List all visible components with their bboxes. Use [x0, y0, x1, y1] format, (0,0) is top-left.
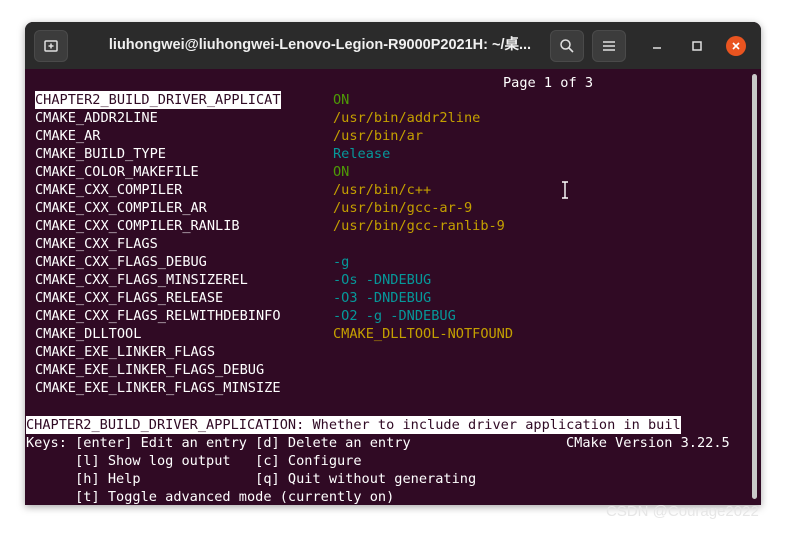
keys-help-line-3: [h] Help [q] Quit without generating	[26, 471, 477, 487]
cache-entry-value[interactable]: -g	[333, 253, 349, 271]
search-button[interactable]	[550, 30, 584, 62]
cache-entry-key[interactable]: CMAKE_CXX_FLAGS_RELWITHDEBINFO	[35, 307, 281, 325]
minimize-icon	[653, 47, 661, 49]
cache-entry-value[interactable]: -Os -DNDEBUG	[333, 271, 431, 289]
cache-entry-value[interactable]: ON	[333, 91, 349, 109]
cache-entry-key[interactable]: CMAKE_COLOR_MAKEFILE	[35, 163, 199, 181]
hamburger-menu-icon	[603, 41, 615, 51]
cache-entry-value[interactable]: CMAKE_DLLTOOL-NOTFOUND	[333, 325, 513, 343]
keys-help-line-1: Keys: [enter] Edit an entry [d] Delete a…	[26, 435, 411, 451]
cache-entry-key[interactable]: CMAKE_CXX_FLAGS_MINSIZEREL	[35, 271, 248, 289]
cache-entry-value[interactable]: Release	[333, 145, 390, 163]
cache-entry-key[interactable]: CHAPTER2_BUILD_DRIVER_APPLICAT	[35, 91, 281, 109]
cache-entry-key[interactable]: CMAKE_DLLTOOL	[35, 325, 141, 343]
search-icon	[560, 39, 574, 53]
cache-entry-key[interactable]: CMAKE_CXX_COMPILER	[35, 181, 182, 199]
cache-entry-key[interactable]: CMAKE_CXX_COMPILER_AR	[35, 199, 207, 217]
cache-entry-key[interactable]: CMAKE_AR	[35, 127, 100, 145]
close-button[interactable]	[726, 36, 746, 56]
new-tab-icon	[44, 40, 58, 52]
cache-entry-value[interactable]: -O3 -DNDEBUG	[333, 289, 431, 307]
keys-help-line-4: [t] Toggle advanced mode (currently on)	[26, 489, 395, 505]
title-bar: liuhongwei@liuhongwei-Lenovo-Legion-R900…	[25, 22, 761, 69]
cache-entry-key[interactable]: CMAKE_BUILD_TYPE	[35, 145, 166, 163]
cache-entry-key[interactable]: CMAKE_EXE_LINKER_FLAGS	[35, 343, 215, 361]
cache-entry-value[interactable]: ON	[333, 163, 349, 181]
cache-entry-value[interactable]: /usr/bin/c++	[333, 181, 431, 199]
cache-entry-value[interactable]: /usr/bin/ar	[333, 127, 423, 145]
watermark: CSDN @Courage2022	[606, 503, 759, 520]
cache-entry-key[interactable]: CMAKE_EXE_LINKER_FLAGS_MINSIZE	[35, 379, 281, 397]
cache-entry-key[interactable]: CMAKE_CXX_FLAGS_DEBUG	[35, 253, 207, 271]
keys-help-line-2: [l] Show log output [c] Configure	[26, 453, 362, 469]
cache-entry-key[interactable]: CMAKE_CXX_FLAGS_RELEASE	[35, 289, 223, 307]
maximize-icon	[692, 41, 702, 51]
text-cursor-icon	[562, 181, 568, 199]
cache-entry-key[interactable]: CMAKE_EXE_LINKER_FLAGS_DEBUG	[35, 361, 264, 379]
cmake-version: CMake Version 3.22.5	[566, 435, 730, 451]
window-title: liuhongwei@liuhongwei-Lenovo-Legion-R900…	[108, 37, 532, 53]
close-icon	[732, 42, 740, 50]
minimize-button[interactable]	[647, 36, 667, 56]
cache-entry-value[interactable]: -O2 -g -DNDEBUG	[333, 307, 456, 325]
new-tab-button[interactable]	[34, 30, 68, 62]
cache-entry-key[interactable]: CMAKE_CXX_FLAGS	[35, 235, 158, 253]
cache-entry-value[interactable]: /usr/bin/gcc-ar-9	[333, 199, 472, 217]
status-line: CHAPTER2_BUILD_DRIVER_APPLICATION: Wheth…	[26, 416, 681, 434]
menu-button[interactable]	[592, 30, 626, 62]
cache-entry-value[interactable]: /usr/bin/addr2line	[333, 109, 480, 127]
scrollbar[interactable]	[752, 74, 757, 499]
terminal-window: liuhongwei@liuhongwei-Lenovo-Legion-R900…	[25, 22, 761, 505]
cache-entry-value[interactable]: /usr/bin/gcc-ranlib-9	[333, 217, 505, 235]
maximize-button[interactable]	[687, 36, 707, 56]
cache-entry-key[interactable]: CMAKE_CXX_COMPILER_RANLIB	[35, 217, 240, 235]
cache-entry-key[interactable]: CMAKE_ADDR2LINE	[35, 109, 158, 127]
page-indicator: Page 1 of 3	[503, 75, 594, 91]
terminal-content[interactable]: Page 1 of 3 CHAPTER2_BUILD_DRIVER_APPLIC…	[25, 69, 761, 505]
